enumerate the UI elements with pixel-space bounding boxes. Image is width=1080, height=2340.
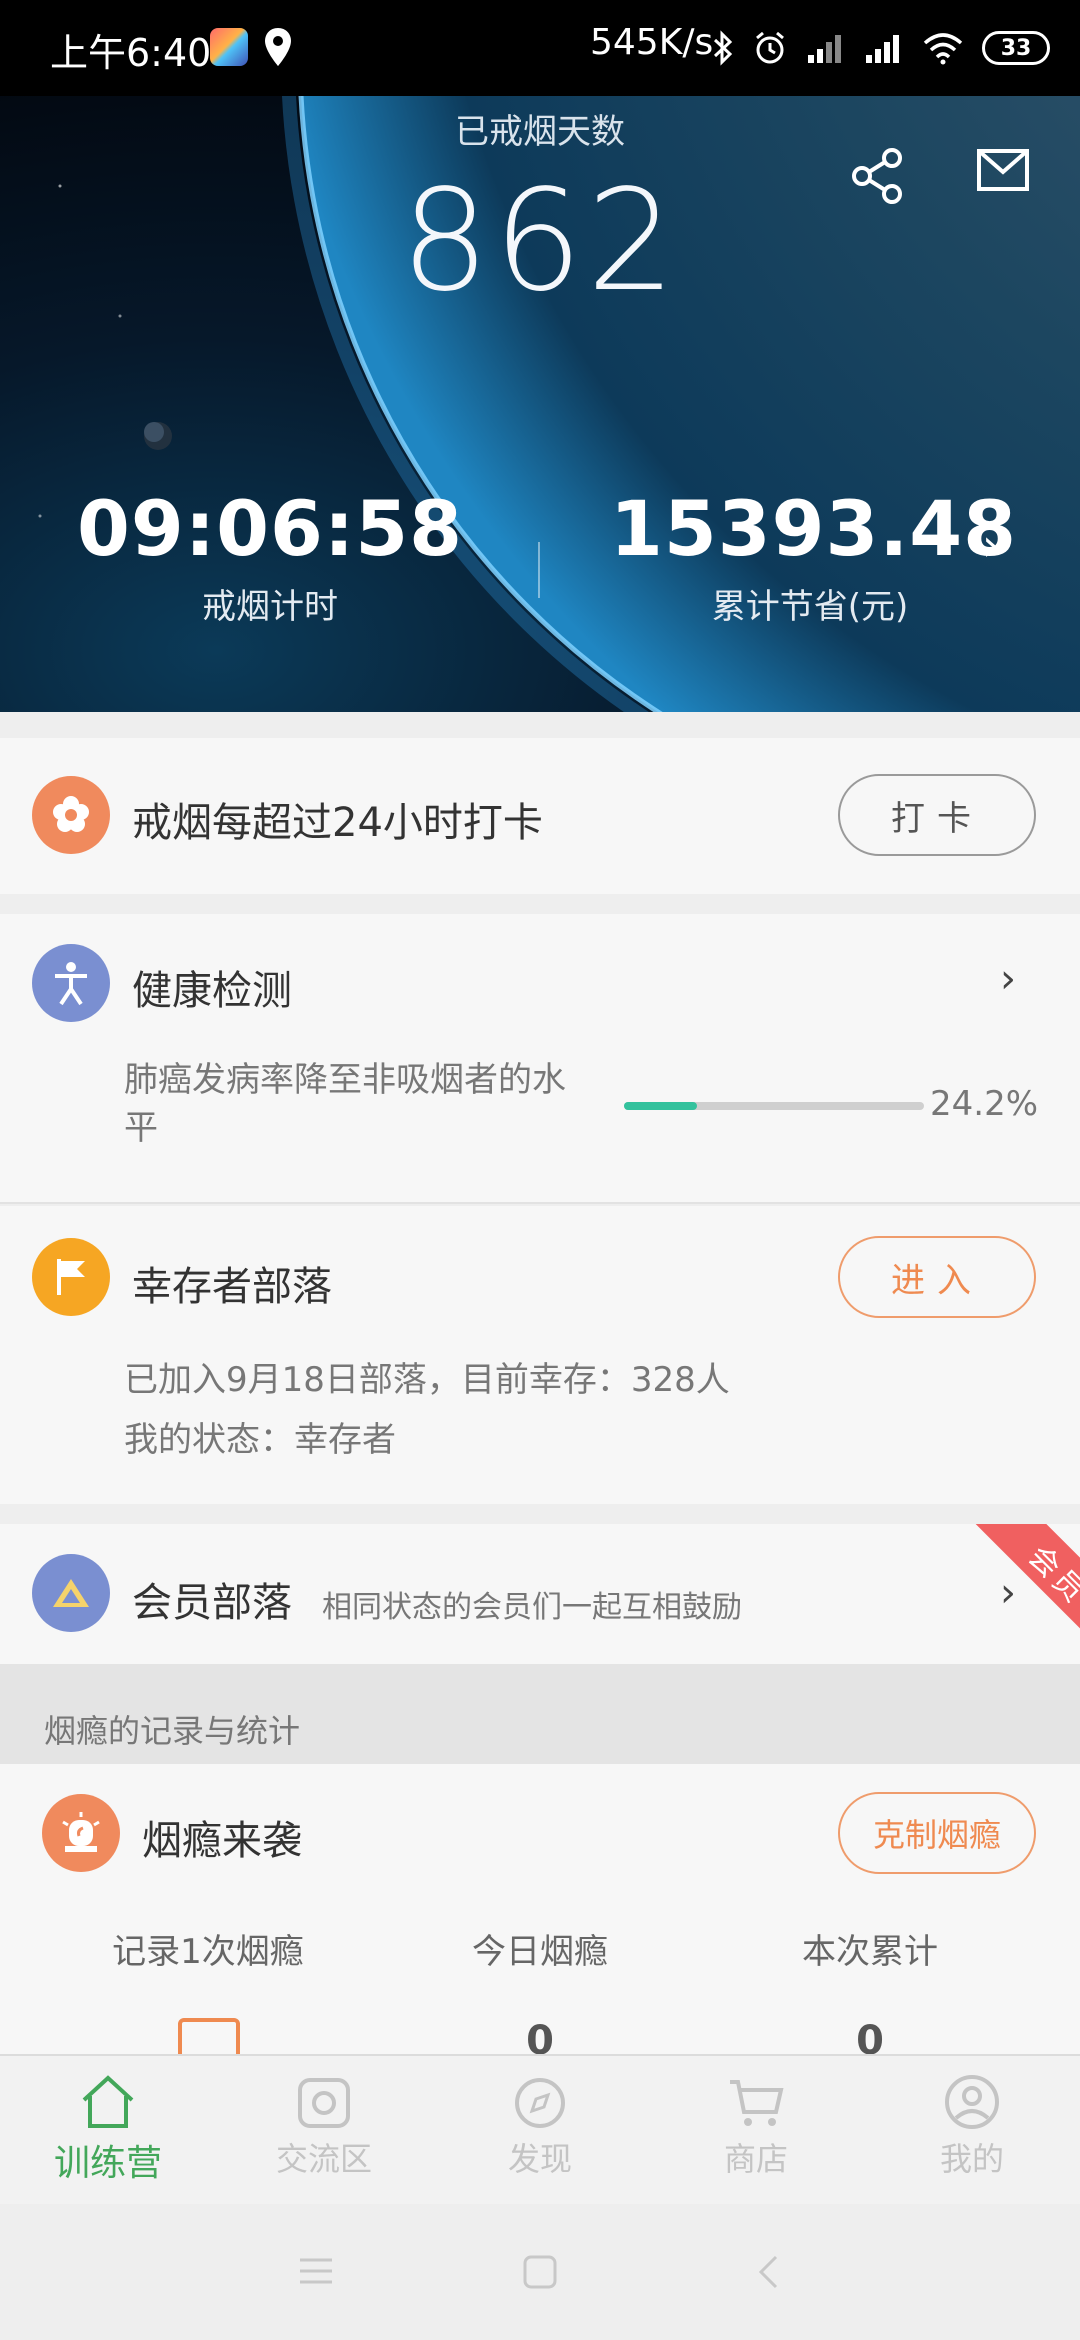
health-check-card[interactable]: 健康检测 › 肺癌发病率降至非吸烟者的水平 24.2% [0,914,1080,1204]
survivor-join-info: 已加入9月18日部落，目前幸存：328人 [124,1360,730,1400]
health-progress-bar [624,1102,924,1110]
share-icon[interactable] [848,146,908,206]
nav-discover[interactable]: 发现 [432,2074,648,2180]
nav-profile[interactable]: 我的 [864,2074,1080,2180]
chevron-right-icon[interactable]: › [1000,1570,1016,1616]
checkin-title: 戒烟每超过24小时打卡 [132,800,543,846]
alarm-icon [756,31,784,64]
survivor-title: 幸存者部落 [132,1264,332,1310]
money-saved[interactable]: 15393.48 累计节省(元) [610,484,1018,628]
bluetooth-icon [713,30,733,66]
health-progress-percent: 24.2% [930,1084,1039,1124]
location-icon [265,28,291,66]
member-tribe-card[interactable]: 会员部落 相同状态的会员们一起互相鼓励 › 会员 [0,1524,1080,1664]
menu-icon[interactable] [298,2256,334,2286]
checkin-card: 戒烟每超过24小时打卡 打卡 [0,738,1080,894]
home-square-icon[interactable] [522,2254,558,2290]
saved-value: 15393.48 [610,484,1018,573]
survivor-tribe-card: 幸存者部落 进入 已加入9月18日部落，目前幸存：328人 我的状态：幸存者 [0,1206,1080,1504]
nav-shop[interactable]: 商店 [648,2074,864,2180]
wifi-icon [923,33,963,65]
section-header: 烟瘾的记录与统计 [0,1664,1080,1764]
hero-banner: 已戒烟天数 862 09:06:58 戒烟计时 15393.48 累计节省(元)… [0,96,1080,712]
total-craving-value: 0 [856,2018,884,2058]
today-craving-value: 0 [526,2018,554,2058]
nav-label: 商店 [723,2140,788,2178]
flower-icon [32,776,110,854]
app-notification-icon [210,28,248,66]
status-icons: 33 [712,28,1050,68]
cart-icon [730,2080,784,2126]
timer-label: 戒烟计时 [202,587,338,627]
record-craving-label: 记录1次烟瘾 [112,1932,304,1972]
mail-icon[interactable] [976,148,1030,192]
checkin-button[interactable]: 打卡 [838,774,1036,856]
battery-icon: 33 [982,31,1050,65]
total-craving-label: 本次累计 [802,1932,938,1972]
nav-training-camp[interactable]: 训练营 [0,2074,216,2186]
days-count: 862 [400,160,680,323]
nav-label: 训练营 [53,2143,162,2184]
signal-icon-2 [866,35,899,63]
system-navigation-bar [0,2204,1080,2340]
chevron-right-icon[interactable]: › [1000,956,1016,1002]
camera-icon [298,2078,350,2128]
health-progress-fill [624,1102,697,1110]
saved-label: 累计节省(元) [711,587,909,627]
bottom-navigation: 训练营 交流区 发现 商店 我的 [0,2054,1080,2204]
nav-community[interactable]: 交流区 [216,2074,432,2180]
back-icon[interactable] [756,2254,780,2290]
alarm-bell-icon [42,1794,120,1872]
section-title: 烟瘾的记录与统计 [44,1712,301,1750]
nav-label: 发现 [507,2140,572,2178]
nav-label: 交流区 [275,2140,372,2178]
craving-card: 烟瘾来袭 克制烟瘾 记录1次烟瘾 今日烟瘾 本次累计 0 0 [0,1764,1080,2080]
survivor-status: 我的状态：幸存者 [124,1420,396,1460]
stat-divider [538,542,540,598]
status-bar: 上午6:40 545K/s 33 [0,0,1080,96]
nav-label: 我的 [939,2140,1004,2178]
health-title: 健康检测 [132,968,292,1014]
timer-value: 09:06:58 [76,484,464,573]
days-label: 已戒烟天数 [455,112,625,152]
signal-icon [808,35,841,63]
status-time: 上午6:40 [50,31,212,75]
profile-icon [945,2075,999,2129]
member-ribbon: 会员 [957,1524,1080,1664]
health-description: 肺癌发病率降至非吸烟者的水平 [124,1060,566,1148]
flag-icon [32,1238,110,1316]
home-icon [82,2075,134,2128]
member-subtitle: 相同状态的会员们一起互相鼓励 [322,1590,742,1625]
compass-icon [515,2078,565,2128]
quit-timer: 09:06:58 戒烟计时 [70,484,470,628]
triangle-badge-icon [32,1554,110,1632]
craving-title: 烟瘾来袭 [142,1818,302,1864]
member-title: 会员部落 [132,1580,292,1626]
resist-craving-button[interactable]: 克制烟瘾 [838,1792,1036,1874]
today-craving-label: 今日烟瘾 [472,1932,608,1972]
person-icon [32,944,110,1022]
network-speed: 545K/s [590,22,714,63]
chevron-right-icon[interactable]: › [982,520,1000,571]
enter-button[interactable]: 进入 [838,1236,1036,1318]
